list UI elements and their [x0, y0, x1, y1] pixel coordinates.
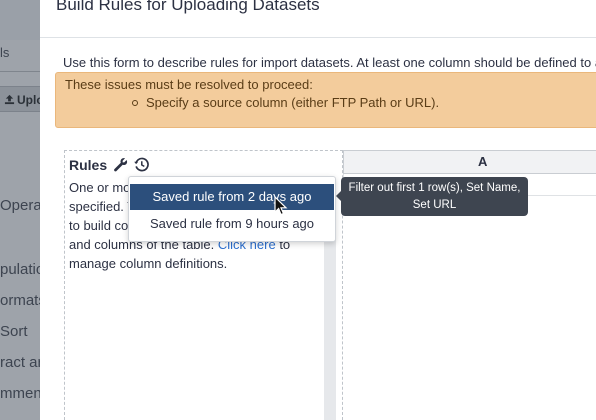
background-tool-section-2: pulatio	[0, 261, 45, 278]
saved-rule-item-1[interactable]: Saved rule from 2 days ago	[130, 184, 334, 210]
modal-title: Build Rules for Uploading Datasets	[56, 0, 320, 14]
background-upload-button: Uplo	[0, 86, 40, 112]
upload-icon	[4, 94, 15, 105]
background-tool-section-5: ract ar	[0, 354, 43, 371]
mouse-cursor-icon	[274, 196, 288, 216]
rules-heading: Rules	[69, 157, 149, 175]
history-icon[interactable]	[134, 157, 149, 175]
background-tool-section-4: Sort	[0, 323, 28, 340]
saved-rule-item-2[interactable]: Saved rule from 9 hours ago	[130, 211, 334, 237]
saved-rule-tooltip: Filter out first 1 row(s), Set Name, Set…	[336, 177, 528, 216]
wrench-icon[interactable]	[113, 157, 128, 175]
background-tool-section-3: ormats	[0, 292, 46, 309]
background-divider	[0, 71, 40, 72]
background-tools-label: ls	[0, 45, 10, 60]
intro-text: Use this form to describe rules for impo…	[63, 55, 596, 70]
column-header-a[interactable]: A	[343, 150, 596, 174]
background-masthead	[0, 0, 40, 40]
modal-header: Build Rules for Uploading Datasets	[40, 0, 596, 38]
alert-item: Specify a source column (either FTP Path…	[132, 95, 439, 110]
saved-rules-dropdown: Saved rule from 2 days ago Saved rule fr…	[128, 176, 336, 242]
validation-alert: These issues must be resolved to proceed…	[55, 72, 596, 128]
alert-heading: These issues must be resolved to proceed…	[65, 77, 313, 92]
bullet-icon	[132, 99, 138, 106]
background-tool-section-1: Operat	[0, 197, 46, 214]
